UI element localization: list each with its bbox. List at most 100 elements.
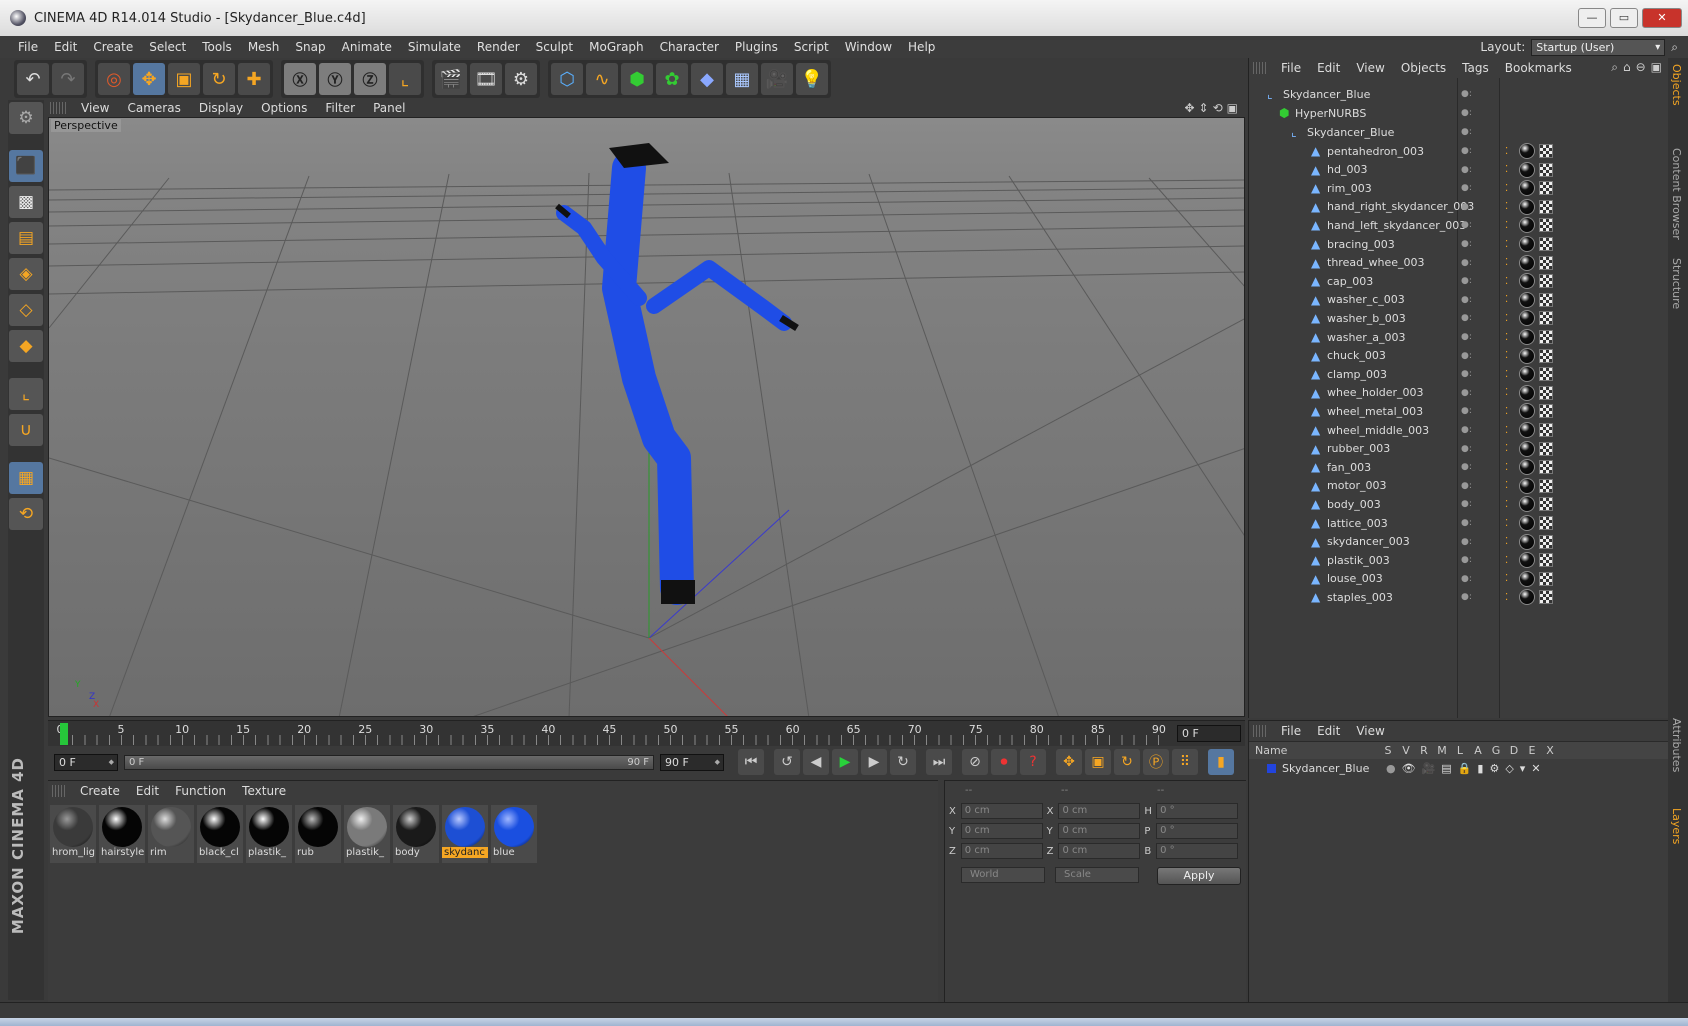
object-name[interactable]: hand_left_skydancer_003 — [1327, 219, 1466, 232]
object-name[interactable]: Skydancer_Blue — [1283, 88, 1370, 101]
phong-tag-icon[interactable]: ⁚ — [1505, 387, 1508, 398]
visibility-dots-icon[interactable]: ●: — [1461, 462, 1472, 472]
viewport-menu-options[interactable]: Options — [252, 101, 316, 115]
uvw-tag-icon[interactable] — [1539, 423, 1553, 437]
timeline-icon[interactable]: ▮ — [1208, 749, 1234, 775]
scale-tool-icon[interactable]: ▣ — [168, 63, 200, 95]
uvw-tag-icon[interactable] — [1539, 255, 1553, 270]
dolly-icon[interactable]: ⇕ — [1199, 101, 1209, 115]
material-tag-icon[interactable] — [1519, 254, 1535, 271]
object-name[interactable]: washer_b_003 — [1327, 312, 1406, 325]
uvw-tag-icon[interactable] — [1539, 311, 1553, 326]
visibility-dots-icon[interactable]: ●: — [1461, 574, 1472, 584]
z-axis-lock-icon[interactable]: Ⓩ — [354, 63, 386, 95]
menu-snap[interactable]: Snap — [287, 40, 333, 54]
polygons-mode-icon[interactable]: ◆ — [9, 330, 43, 362]
uvw-tag-icon[interactable] — [1539, 348, 1553, 363]
key-point-level-icon[interactable]: ⠿ — [1172, 749, 1198, 775]
menu-edit[interactable]: Edit — [46, 40, 85, 54]
material-menu-function[interactable]: Function — [167, 784, 234, 798]
search-icon[interactable]: ⌕ — [1671, 40, 1678, 55]
layer-generators-icon[interactable]: ⚙ — [1489, 762, 1499, 775]
rotation-b-field[interactable]: 0 ° — [1156, 843, 1238, 859]
visibility-dots-icon[interactable]: ●: — [1461, 332, 1472, 342]
object-name[interactable]: bracing_003 — [1327, 238, 1395, 251]
material-tag-icon[interactable] — [1519, 552, 1535, 569]
object-menu-view[interactable]: View — [1348, 61, 1392, 75]
phong-tag-icon[interactable]: ⁚ — [1505, 313, 1508, 324]
phong-tag-icon[interactable]: ⁚ — [1505, 425, 1508, 436]
phong-tag-icon[interactable]: ⁚ — [1505, 201, 1508, 212]
spline-icon[interactable]: ∿ — [586, 63, 618, 95]
tree-row-object[interactable]: ▲ rubber_003 ●: ⁚ — [1249, 439, 1669, 459]
layer-menu-edit[interactable]: Edit — [1309, 724, 1348, 738]
material-tag-icon[interactable] — [1519, 384, 1535, 401]
menu-animate[interactable]: Animate — [334, 40, 400, 54]
visibility-dots-icon[interactable]: ●: — [1461, 388, 1472, 398]
coordinate-mode-dropdown[interactable]: World — [961, 867, 1045, 883]
material-swatch[interactable]: black_cl — [197, 805, 243, 863]
material-menu-edit[interactable]: Edit — [128, 784, 167, 798]
menu-plugins[interactable]: Plugins — [727, 40, 786, 54]
visibility-dots-icon[interactable]: ●: — [1461, 369, 1472, 379]
layer-lock-icon[interactable]: 🔒 — [1458, 762, 1472, 775]
timeline-ruler[interactable]: 0 5 10 15 20 25 30 35 40 45 50 55 60 65 … — [48, 720, 1245, 746]
material-tag-icon[interactable] — [1519, 329, 1535, 345]
layer-color-swatch[interactable] — [1267, 763, 1276, 773]
phong-tag-icon[interactable]: ⁚ — [1505, 462, 1508, 473]
orbit-icon[interactable]: ⟲ — [1213, 101, 1223, 115]
material-tag-icon[interactable] — [1519, 533, 1535, 550]
light-icon[interactable]: 💡 — [796, 63, 828, 95]
size-x-field[interactable]: 0 cm — [1058, 803, 1141, 819]
menu-select[interactable]: Select — [141, 40, 194, 54]
start-frame-field[interactable]: 0 F — [54, 753, 118, 771]
menu-tools[interactable]: Tools — [194, 40, 240, 54]
viewport-menu-display[interactable]: Display — [190, 101, 252, 115]
material-tag-icon[interactable] — [1519, 496, 1535, 513]
visibility-dots-icon[interactable]: ●: — [1461, 146, 1472, 156]
material-swatch[interactable]: rim — [148, 805, 194, 863]
layer-manager-icon[interactable]: ▤ — [1441, 762, 1451, 775]
uvw-tag-icon[interactable] — [1539, 460, 1553, 475]
object-name[interactable]: HyperNURBS — [1295, 107, 1366, 120]
key-position-icon[interactable]: ✥ — [1056, 749, 1082, 775]
uvw-tag-icon[interactable] — [1539, 237, 1553, 251]
object-name[interactable]: rubber_003 — [1327, 442, 1390, 455]
cube-object-icon[interactable]: ⬡ — [551, 63, 583, 95]
layer-name[interactable]: Skydancer_Blue — [1282, 762, 1380, 775]
phong-tag-icon[interactable]: ⁚ — [1505, 164, 1508, 175]
phong-tag-icon[interactable]: ⁚ — [1505, 257, 1508, 268]
size-mode-dropdown[interactable]: Scale — [1055, 867, 1139, 883]
redo-icon[interactable]: ↷ — [52, 63, 84, 95]
visibility-dots-icon[interactable]: ●: — [1461, 555, 1472, 565]
menu-character[interactable]: Character — [652, 40, 727, 54]
undo-icon[interactable]: ↶ — [17, 63, 49, 95]
object-menu-bookmarks[interactable]: Bookmarks — [1497, 61, 1580, 75]
go-to-end-icon[interactable]: ⏭ — [926, 749, 952, 775]
menu-create[interactable]: Create — [85, 40, 141, 54]
menu-help[interactable]: Help — [900, 40, 943, 54]
tree-row-object[interactable]: ▲ cap_003 ●: ⁚ — [1249, 271, 1669, 291]
uvw-tag-icon[interactable] — [1539, 497, 1553, 512]
material-swatch[interactable]: hairstyle — [99, 805, 145, 863]
tree-row-object[interactable]: ▲ skydancer_003 ●: ⁚ — [1249, 532, 1669, 552]
material-tag-icon[interactable] — [1519, 217, 1535, 234]
material-tag-icon[interactable] — [1519, 366, 1535, 383]
layer-visible-icon[interactable]: 👁 — [1402, 762, 1416, 775]
maximize-view-icon[interactable]: ▣ — [1227, 101, 1238, 115]
points-mode-icon[interactable]: ◈ — [9, 258, 43, 290]
size-y-field[interactable]: 0 cm — [1058, 823, 1141, 839]
visibility-dots-icon[interactable]: ●: — [1461, 444, 1472, 454]
object-name[interactable]: skydancer_003 — [1327, 535, 1410, 548]
side-tab-objects[interactable]: Objects — [1670, 64, 1683, 106]
new-window-icon[interactable]: ▣ — [1651, 60, 1662, 75]
minimize-button[interactable]: — — [1578, 8, 1606, 28]
object-name[interactable]: fan_003 — [1327, 461, 1371, 474]
material-swatch[interactable]: hrom_lig — [50, 805, 96, 863]
phong-tag-icon[interactable]: ⁚ — [1505, 518, 1508, 529]
viewport-menu-filter[interactable]: Filter — [316, 101, 364, 115]
uvw-tag-icon[interactable] — [1539, 199, 1553, 214]
layer-menu-file[interactable]: File — [1273, 724, 1309, 738]
previous-key-icon[interactable]: ↺ — [774, 749, 800, 775]
phong-tag-icon[interactable]: ⁚ — [1505, 350, 1508, 361]
